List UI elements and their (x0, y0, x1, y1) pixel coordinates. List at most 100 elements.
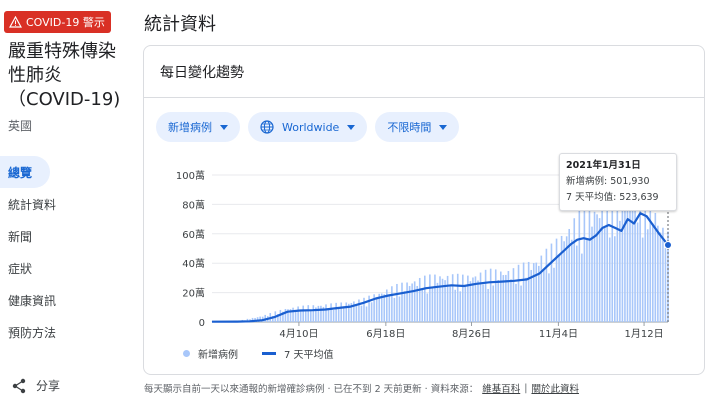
case-bar (500, 271, 502, 322)
case-bar (591, 226, 593, 322)
case-bar (568, 228, 570, 322)
case-bar (330, 303, 332, 322)
case-bar (517, 264, 520, 322)
case-bar (535, 262, 538, 322)
case-bar (449, 284, 451, 322)
case-bar (576, 245, 578, 322)
case-bar (386, 289, 388, 322)
case-bar (555, 238, 558, 322)
case-bar (570, 239, 573, 322)
case-bar (601, 203, 603, 322)
x-tick-label: 8月26日 (452, 328, 491, 340)
case-bar (391, 286, 393, 322)
tooltip-date: 2021年1月31日 (566, 160, 641, 171)
case-bar (340, 302, 342, 322)
case-bar (636, 222, 639, 322)
x-tick-label: 1月12日 (625, 328, 664, 340)
case-bar (596, 214, 598, 322)
case-bar (327, 308, 330, 322)
case-bar (646, 229, 649, 322)
case-bar (548, 273, 550, 322)
case-bar (563, 241, 565, 322)
case-bar (411, 283, 413, 322)
case-bar (573, 218, 576, 322)
case-bar (446, 275, 449, 322)
case-bar (558, 254, 560, 322)
case-bar (424, 275, 426, 322)
case-bar (489, 268, 492, 322)
wikipedia-link[interactable]: 維基百科 (482, 381, 520, 395)
case-bar (593, 211, 596, 322)
case-bar (302, 305, 304, 322)
tooltip-cases-value: 501,930 (610, 176, 650, 187)
case-bar (608, 237, 611, 322)
case-bar (345, 302, 348, 322)
case-bar (467, 275, 469, 322)
case-bar (418, 277, 421, 322)
case-bar (332, 309, 335, 322)
case-bar (436, 282, 439, 322)
case-bar (307, 305, 310, 322)
x-tick-label: 4月10日 (279, 328, 318, 340)
case-bar (398, 296, 401, 322)
case-bar (629, 194, 631, 322)
case-bar (375, 297, 378, 322)
case-bar (320, 305, 322, 322)
case-bar (406, 282, 408, 322)
case-bar (522, 262, 525, 322)
case-bar (512, 268, 515, 322)
case-bar (626, 198, 629, 322)
case-bar (383, 294, 386, 322)
y-tick-label: 20萬 (182, 287, 205, 300)
case-bar (459, 291, 462, 322)
case-bar (550, 243, 553, 322)
case-bar (439, 276, 441, 322)
case-bar (421, 289, 424, 322)
case-bar (631, 209, 634, 322)
case-bar (477, 280, 479, 322)
case-bar (342, 306, 345, 322)
case-bar (492, 285, 494, 322)
case-bar (532, 263, 535, 322)
case-bar (487, 289, 489, 322)
case-bar (297, 306, 299, 322)
case-bar (652, 223, 654, 322)
case-bar (317, 305, 320, 322)
case-bar (292, 307, 294, 322)
case-bar (578, 210, 581, 322)
tooltip-average: 7 天平均值: 523,639 (566, 190, 670, 206)
case-bar (337, 308, 340, 322)
case-bar (355, 304, 358, 322)
case-bar (284, 308, 287, 322)
case-bar (657, 225, 659, 322)
case-bar (479, 272, 482, 322)
case-bar (586, 240, 588, 322)
case-bar (431, 288, 434, 322)
case-bar (621, 192, 624, 322)
case-bar (482, 284, 484, 322)
case-bar (606, 196, 608, 322)
x-tick-label: 6月18日 (366, 328, 405, 340)
case-bar (581, 253, 583, 322)
case-bar (325, 304, 327, 322)
case-bar (619, 220, 621, 322)
case-bar (299, 311, 302, 322)
tooltip-cases-label: 新增病例: (566, 176, 608, 187)
about-data-link[interactable]: 關於此資料 (531, 381, 579, 395)
footer-separator: | (524, 382, 528, 394)
case-bar (401, 282, 403, 322)
tooltip-average-label: 7 天平均值: (566, 192, 617, 203)
case-bar (403, 291, 406, 322)
case-bar (388, 295, 391, 322)
case-bar (649, 195, 652, 322)
case-bar (462, 274, 464, 322)
case-bar (393, 297, 396, 322)
case-bar (588, 208, 591, 322)
case-bar (497, 279, 500, 322)
legend-line-label: 7 天平均值 (284, 350, 334, 361)
case-bar (360, 305, 363, 322)
case-bar (454, 289, 456, 322)
case-bar (304, 311, 307, 322)
case-bar (370, 302, 373, 322)
case-bar (456, 273, 459, 322)
